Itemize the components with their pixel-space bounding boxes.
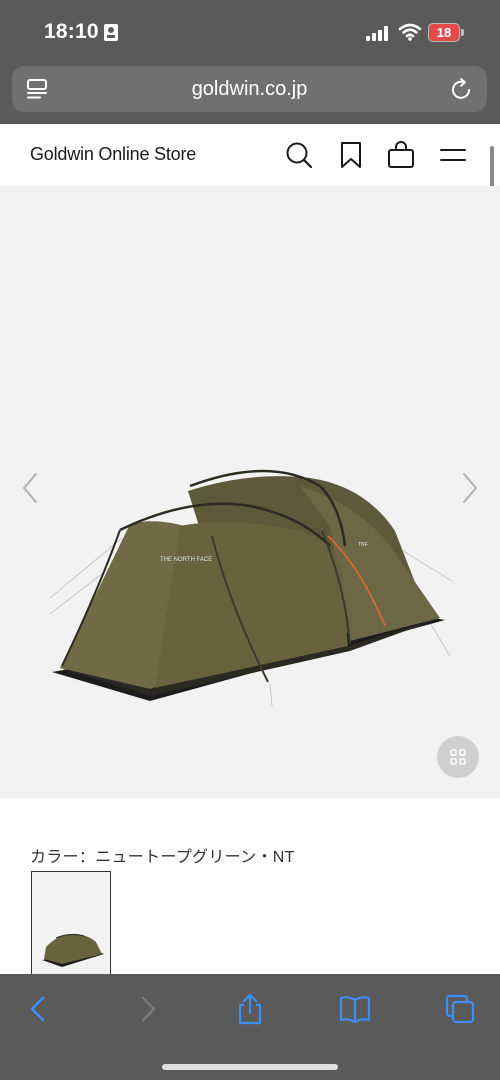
browser-toolbar bbox=[0, 974, 500, 1080]
product-image-gallery: THE NORTH FACE TNF bbox=[0, 186, 500, 798]
site-header: Goldwin Online Store bbox=[0, 124, 500, 186]
share-icon[interactable] bbox=[233, 992, 267, 1026]
menu-icon[interactable] bbox=[438, 140, 468, 170]
product-details: カラー：ニュートープグリーン・NT bbox=[0, 798, 500, 977]
status-bar: 18:10 18 bbox=[0, 0, 500, 64]
color-label: カラー：ニュートープグリーン・NT bbox=[30, 849, 295, 866]
signal-icon bbox=[366, 26, 390, 41]
url-field[interactable]: goldwin.co.jp bbox=[12, 66, 487, 112]
battery-level: 18 bbox=[436, 25, 452, 40]
gallery-grid-button[interactable] bbox=[437, 736, 479, 778]
search-icon[interactable] bbox=[284, 140, 314, 170]
chevron-right-icon[interactable] bbox=[456, 468, 484, 508]
chevron-left-icon[interactable] bbox=[16, 468, 44, 508]
svg-text:THE NORTH FACE: THE NORTH FACE bbox=[160, 557, 212, 563]
forward-icon[interactable] bbox=[130, 992, 164, 1026]
product-image[interactable]: THE NORTH FACE TNF bbox=[0, 186, 500, 798]
reader-mode-icon[interactable] bbox=[26, 78, 48, 100]
store-title[interactable]: Goldwin Online Store bbox=[30, 144, 196, 165]
grid-icon bbox=[450, 749, 466, 765]
back-icon[interactable] bbox=[22, 992, 56, 1026]
home-indicator[interactable] bbox=[162, 1064, 338, 1070]
status-time: 18:10 bbox=[44, 20, 99, 43]
battery-icon: 18 bbox=[428, 23, 464, 42]
bookmark-icon[interactable] bbox=[336, 140, 366, 170]
cart-icon[interactable] bbox=[386, 140, 416, 170]
bookmarks-icon[interactable] bbox=[338, 992, 372, 1026]
svg-text:TNF: TNF bbox=[358, 542, 368, 548]
tabs-icon[interactable] bbox=[443, 992, 477, 1026]
screen: 18:10 18 goldwin.co.jp Goldwin Online St… bbox=[0, 0, 500, 1080]
browser-address-bar: goldwin.co.jp bbox=[0, 64, 500, 124]
thumbnail-image bbox=[42, 933, 104, 967]
reload-icon[interactable] bbox=[451, 77, 473, 101]
id-card-icon bbox=[104, 24, 118, 41]
url-text[interactable]: goldwin.co.jp bbox=[72, 66, 427, 112]
wifi-icon bbox=[398, 23, 422, 41]
color-swatch-thumbnail[interactable] bbox=[31, 871, 111, 977]
